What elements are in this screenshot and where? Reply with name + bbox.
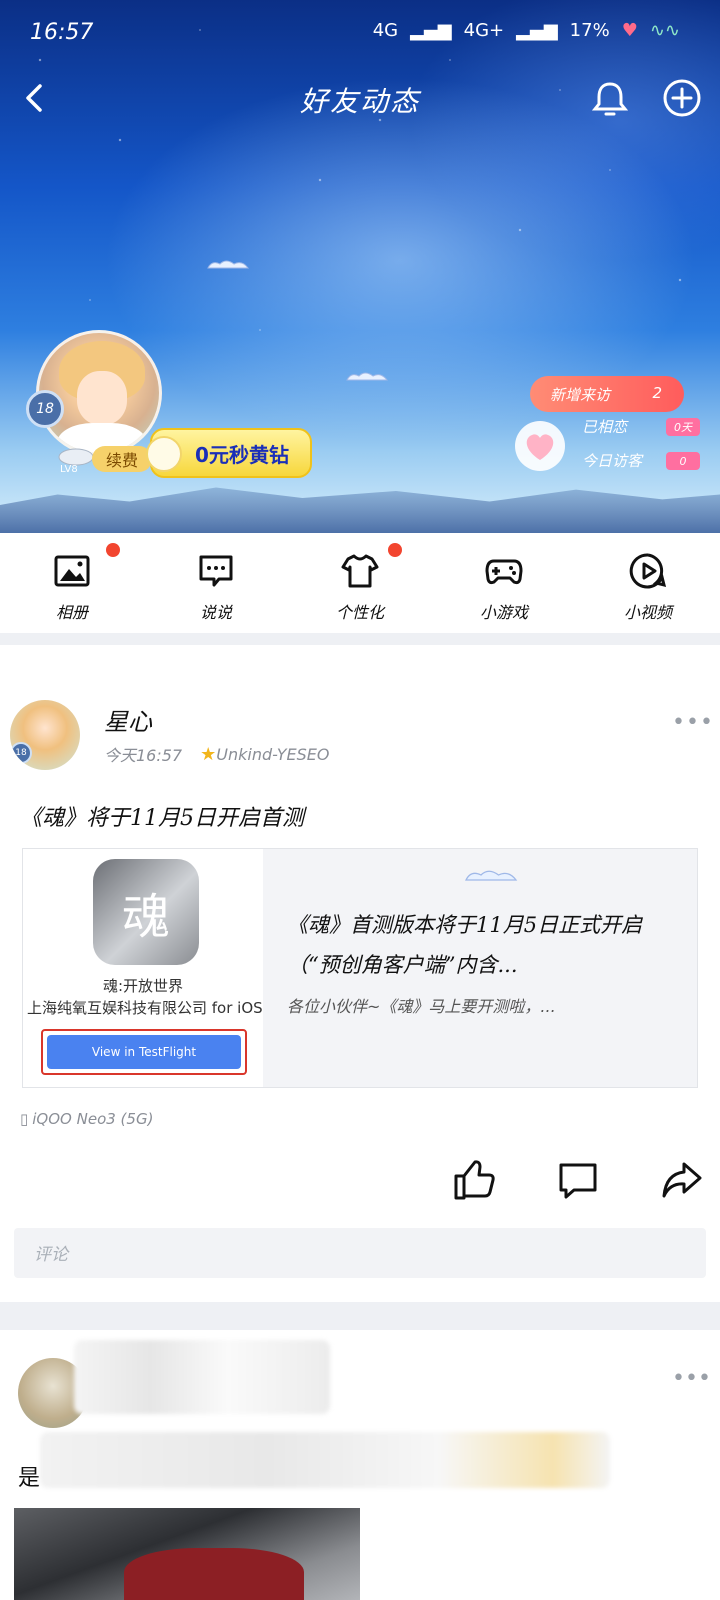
short-video-label: 小视频: [623, 603, 672, 622]
network-1-label: 4G: [372, 20, 399, 41]
cloud-decoration-icon-2: [346, 372, 389, 381]
post2-text-start: 是: [18, 1466, 41, 1491]
testflight-button[interactable]: View in TestFlight: [47, 1035, 241, 1069]
motorcycle-shape: [124, 1548, 304, 1600]
gamepad-icon: [485, 559, 523, 585]
share-arrow-icon[interactable]: [660, 1158, 704, 1202]
signal-icon-2: ▂▄▆: [516, 20, 558, 41]
comment-input[interactable]: 评论: [14, 1228, 706, 1278]
photo-album-icon: [54, 555, 90, 587]
app-name: 魂:开放世界: [102, 977, 184, 995]
post-author-name[interactable]: 星心: [104, 702, 152, 737]
more-options-icon-2[interactable]: •••: [672, 1366, 711, 1391]
post2-image[interactable]: [14, 1508, 360, 1600]
card-title: 《魂》首测版本将于11月5日正式开启（“预创角客户端”内含...: [287, 913, 643, 977]
new-visits-count: 2: [652, 384, 662, 402]
top-nav: 好友动态: [0, 66, 720, 130]
promo-label: 0元秒黄钻: [195, 442, 289, 467]
post-text: 《魂》将于11月5日开启首测: [20, 806, 304, 831]
shared-link-card[interactable]: 魂 魂:开放世界 上海纯氧互娱科技有限公司 for iOS View in Te…: [22, 848, 698, 1088]
avatar-face: [77, 371, 127, 425]
age-badge: 18: [26, 390, 64, 428]
testflight-highlight: View in TestFlight: [41, 1029, 247, 1075]
card-thumbnail: 魂 魂:开放世界 上海纯氧互娱科技有限公司 for iOS View in Te…: [23, 849, 263, 1087]
post-meta: 今天16:57 ★Unkind-YESEO: [104, 742, 329, 766]
redacted-text-area: [40, 1432, 610, 1488]
redacted-author-area: [74, 1340, 330, 1414]
phone-icon: ▯: [20, 1110, 29, 1128]
post-tag[interactable]: ★Unkind-YESEO: [200, 744, 329, 765]
personalize-label: 个性化: [335, 603, 384, 622]
author-age-badge: 18: [10, 742, 32, 764]
app-company: 上海纯氧互娱科技有限公司 for iOS: [27, 999, 263, 1017]
app-icon: 魂: [93, 859, 199, 965]
liked-stat: 已相恋 0天: [582, 416, 700, 437]
signal-icon: ▂▄▆: [410, 20, 452, 41]
personalize-button[interactable]: 个性化: [288, 533, 432, 633]
post-author-avatar[interactable]: 18: [10, 700, 80, 770]
renew-button[interactable]: 续费: [92, 446, 152, 472]
liked-label: 已相恋: [582, 418, 628, 436]
status-time: 16:57: [30, 20, 94, 45]
more-options-icon[interactable]: •••: [672, 710, 714, 735]
today-visitors-stat: 今日访客 0: [582, 450, 700, 471]
level-label: LV8: [60, 464, 78, 475]
comment-icon[interactable]: [556, 1158, 600, 1202]
new-visits-label: 新增来访: [550, 385, 611, 404]
album-label: 相册: [55, 603, 88, 622]
star-icon: ★: [200, 743, 217, 765]
heart-status-icon: ♥: [621, 20, 638, 41]
minigame-button[interactable]: 小游戏: [432, 533, 576, 633]
chat-bubble-icon: [199, 555, 233, 587]
feature-icon-bar: 相册 说说 个性化 小游戏 小视频: [0, 533, 720, 633]
liked-value: 0天: [666, 418, 700, 436]
network-2-label: 4G+: [463, 20, 505, 41]
post-tag-label: Unkind-YESEO: [216, 744, 330, 764]
short-video-button[interactable]: 小视频: [576, 533, 720, 633]
heart-icon[interactable]: [514, 420, 566, 472]
level-badge: LV8: [56, 444, 96, 478]
profile-header: 16:57 4G ▂▄▆ 4G+ ▂▄▆ 17% ♥ ∿∿ 好友动态 18 LV…: [0, 0, 720, 533]
post-time: 今天16:57: [104, 746, 183, 765]
today-visitors-value: 0: [666, 452, 700, 470]
mascot-icon: [146, 436, 182, 472]
wave-status-icon: ∿∿: [649, 20, 680, 41]
cloud-decoration-icon: [207, 260, 250, 269]
like-thumb-icon[interactable]: [452, 1158, 496, 1202]
add-circle-icon[interactable]: [660, 76, 704, 120]
shuoshuo-button[interactable]: 说说: [144, 533, 288, 633]
minigame-label: 小游戏: [479, 603, 528, 622]
album-button[interactable]: 相册: [0, 533, 144, 633]
post-device: ▯ iQOO Neo3 (5G): [20, 1110, 153, 1128]
section-divider: [0, 633, 720, 645]
yellow-diamond-promo-button[interactable]: 0元秒黄钻: [146, 428, 312, 478]
card-description: 各位小伙伴~《魂》马上要开测啦，...: [287, 997, 556, 1016]
crown-cloud-icon: [58, 448, 94, 466]
play-video-icon: [629, 553, 667, 589]
section-divider-2: [0, 1302, 720, 1330]
tshirt-icon: [341, 554, 379, 588]
new-visits-button[interactable]: 新增来访 2: [530, 376, 684, 412]
album-notification-dot: [106, 543, 120, 557]
cloud-decoration-icon-3: [464, 870, 518, 881]
bell-icon[interactable]: [588, 76, 632, 120]
personalize-notification-dot: [388, 543, 402, 557]
status-bar: 16:57 4G ▂▄▆ 4G+ ▂▄▆ 17% ♥ ∿∿: [0, 0, 720, 66]
device-label: iQOO Neo3 (5G): [32, 1110, 154, 1128]
shuoshuo-label: 说说: [199, 603, 232, 622]
today-visitors-label: 今日访客: [582, 452, 643, 470]
battery-label: 17%: [569, 20, 610, 41]
